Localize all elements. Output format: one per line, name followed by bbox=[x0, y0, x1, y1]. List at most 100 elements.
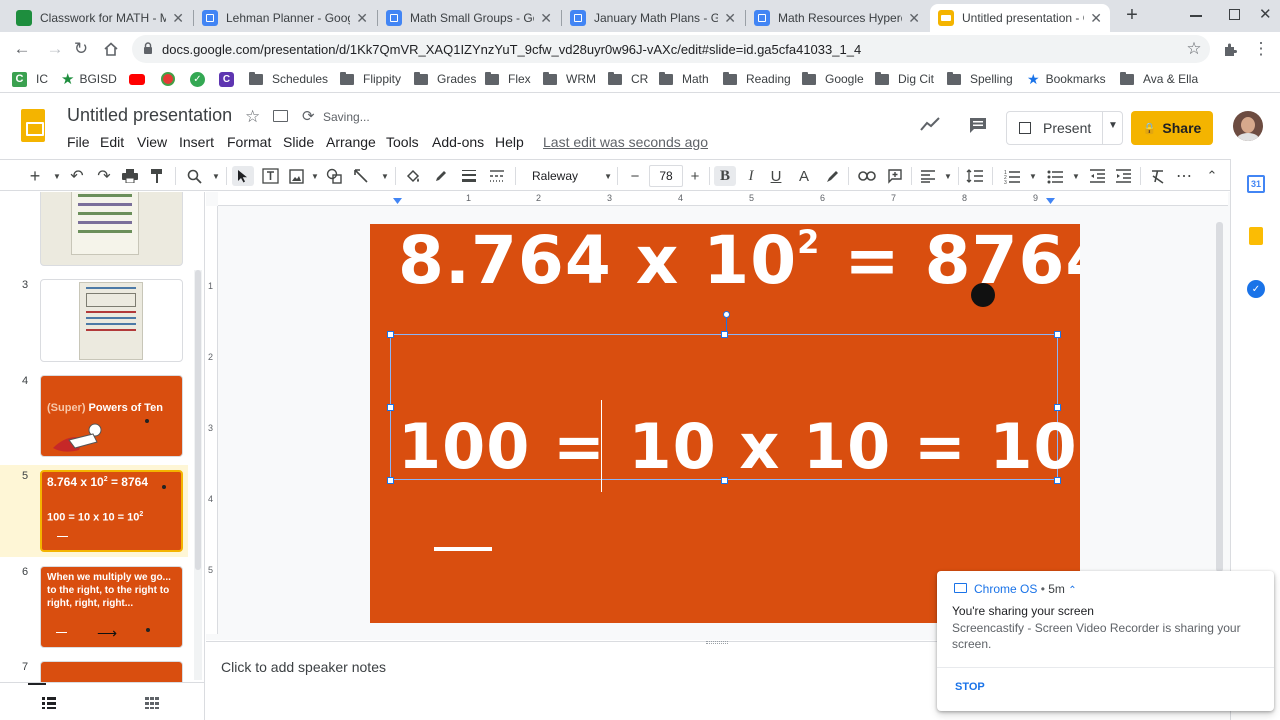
chevron-up-icon[interactable]: ⌃ bbox=[1068, 585, 1076, 596]
clear-formatting-icon[interactable] bbox=[1149, 166, 1167, 186]
slide-line-2[interactable]: 100 = 10 x 10 = 102 bbox=[398, 410, 1080, 483]
resize-handle[interactable] bbox=[1054, 331, 1061, 338]
bulleted-list-icon[interactable] bbox=[1046, 166, 1064, 186]
increase-indent-icon[interactable] bbox=[1114, 166, 1132, 186]
shape-icon[interactable] bbox=[325, 166, 343, 186]
close-icon[interactable]: ✕ bbox=[356, 10, 368, 27]
slide-thumbnail[interactable] bbox=[40, 279, 183, 362]
underline-icon[interactable]: U bbox=[767, 166, 785, 186]
text-box-icon[interactable] bbox=[261, 166, 279, 186]
menu-edit[interactable]: Edit bbox=[100, 134, 124, 150]
print-icon[interactable] bbox=[121, 166, 139, 186]
chevron-down-icon[interactable]: ▼ bbox=[306, 166, 324, 186]
border-color-icon[interactable] bbox=[432, 166, 450, 186]
maximize-icon[interactable] bbox=[1229, 9, 1240, 20]
bookmark-folder[interactable]: Flex bbox=[485, 71, 531, 87]
canvas-scrollbar-thumb[interactable] bbox=[1216, 222, 1223, 572]
slide-thumbnail-selected[interactable]: 8.764 x 102 = 8764 100 = 10 x 10 = 102 bbox=[40, 470, 183, 552]
chevron-down-icon[interactable]: ▼ bbox=[48, 166, 66, 186]
menu-addons[interactable]: Add-ons bbox=[432, 134, 484, 150]
document-title[interactable]: Untitled presentation bbox=[67, 105, 232, 126]
line-icon[interactable] bbox=[352, 166, 370, 186]
bookmark-folder[interactable]: Flippity bbox=[340, 71, 401, 87]
extensions-icon[interactable] bbox=[1219, 38, 1241, 60]
chevron-down-icon[interactable]: ▼ bbox=[1108, 120, 1118, 131]
slide-thumbnail[interactable]: When we multiply we go... to the right, … bbox=[40, 566, 183, 648]
fill-color-icon[interactable] bbox=[404, 166, 422, 186]
browser-tab[interactable]: Classwork for MATH - M ✕ bbox=[8, 4, 192, 32]
last-edit-link[interactable]: Last edit was seconds ago bbox=[543, 134, 708, 150]
border-dash-icon[interactable] bbox=[488, 166, 506, 186]
calendar-icon[interactable]: 31 bbox=[1247, 175, 1265, 193]
bookmark-folder[interactable]: Schedules bbox=[249, 71, 328, 87]
chevron-down-icon[interactable]: ▼ bbox=[207, 166, 225, 186]
new-slide-icon[interactable]: + bbox=[26, 166, 44, 186]
decrease-font-size-button[interactable]: − bbox=[626, 166, 644, 186]
bookmark-folder[interactable]: Ava & Ella bbox=[1120, 71, 1198, 87]
present-button[interactable]: Present ▼ bbox=[1006, 111, 1123, 145]
line-spacing-icon[interactable] bbox=[966, 166, 984, 186]
decrease-indent-icon[interactable] bbox=[1088, 166, 1106, 186]
redo-icon[interactable]: ↷ bbox=[95, 166, 113, 186]
avatar[interactable] bbox=[1233, 111, 1263, 141]
indent-marker-icon[interactable] bbox=[393, 196, 402, 204]
stop-sharing-button[interactable]: STOP bbox=[955, 681, 985, 693]
bookmark-folder[interactable]: Spelling bbox=[947, 71, 1013, 87]
browser-tab[interactable]: Lehman Planner - Googl ✕ bbox=[194, 4, 376, 32]
slides-logo-icon[interactable] bbox=[21, 109, 45, 142]
font-size-input[interactable]: 78 bbox=[649, 165, 683, 187]
bookmark-folder[interactable]: Dig Cit bbox=[875, 71, 934, 87]
link-icon[interactable] bbox=[858, 166, 876, 186]
slide-thumbnail[interactable] bbox=[40, 192, 183, 266]
bookmark-folder[interactable]: Google bbox=[802, 71, 864, 87]
italic-icon[interactable]: I bbox=[742, 166, 760, 186]
align-icon[interactable] bbox=[919, 166, 937, 186]
close-icon[interactable]: ✕ bbox=[724, 10, 736, 27]
notes-resize-handle[interactable] bbox=[706, 641, 728, 644]
bookmark-ic[interactable]: C IC bbox=[12, 71, 48, 87]
home-icon[interactable] bbox=[100, 38, 122, 60]
grid-view-icon[interactable] bbox=[145, 696, 159, 714]
keep-icon[interactable] bbox=[1249, 227, 1263, 245]
more-icon[interactable]: ⋯ bbox=[1175, 166, 1193, 186]
bookmark-folder[interactable]: Reading bbox=[723, 71, 791, 87]
menu-view[interactable]: View bbox=[137, 134, 167, 150]
close-icon[interactable]: ✕ bbox=[540, 10, 552, 27]
share-button[interactable]: 🔒 Share bbox=[1131, 111, 1213, 145]
menu-file[interactable]: File bbox=[67, 134, 90, 150]
highlight-color-icon[interactable] bbox=[823, 166, 841, 186]
menu-format[interactable]: Format bbox=[227, 134, 271, 150]
bookmark-star-icon[interactable]: ☆ bbox=[1183, 38, 1205, 60]
url-input[interactable]: docs.google.com/presentation/d/1Kk7QmVR_… bbox=[132, 35, 1210, 63]
slide-thumbnail[interactable]: (Super) Powers of Ten bbox=[40, 375, 183, 457]
vertical-ruler[interactable]: 1 2 3 4 5 bbox=[206, 206, 218, 634]
increase-font-size-button[interactable]: + bbox=[686, 166, 704, 186]
forward-icon[interactable]: → bbox=[44, 38, 66, 60]
bookmark-folder[interactable]: Grades bbox=[414, 71, 476, 87]
bookmark-folder[interactable]: Math bbox=[659, 71, 709, 87]
menu-arrange[interactable]: Arrange bbox=[326, 134, 376, 150]
bookmark-youtube[interactable] bbox=[129, 71, 145, 87]
chrome-menu-icon[interactable]: ⋮ bbox=[1250, 38, 1272, 60]
resize-handle[interactable] bbox=[721, 331, 728, 338]
select-cursor-icon[interactable] bbox=[232, 166, 254, 186]
minimize-icon[interactable] bbox=[1190, 15, 1202, 17]
rotate-handle[interactable] bbox=[723, 311, 730, 318]
menu-tools[interactable]: Tools bbox=[386, 134, 419, 150]
browser-tab[interactable]: Math Resources Hyperd ✕ bbox=[746, 4, 928, 32]
list-view-icon[interactable] bbox=[42, 696, 56, 714]
close-icon[interactable]: ✕ bbox=[1090, 10, 1102, 27]
star-icon[interactable]: ☆ bbox=[245, 107, 260, 127]
menu-help[interactable]: Help bbox=[495, 134, 524, 150]
resize-handle[interactable] bbox=[387, 404, 394, 411]
bookmark-c[interactable]: C bbox=[219, 71, 234, 87]
current-slide[interactable]: 8.764 x 102 = 8764 100 = 10 x 10 = 102 bbox=[370, 224, 1080, 623]
window-close-icon[interactable]: ✕ bbox=[1259, 5, 1272, 23]
border-weight-icon[interactable] bbox=[460, 166, 478, 186]
chevron-down-icon[interactable]: ▼ bbox=[1024, 166, 1042, 186]
font-family-select[interactable]: Raleway ▼ bbox=[526, 166, 612, 186]
right-indent-marker-icon[interactable] bbox=[1046, 196, 1055, 204]
close-icon[interactable]: ✕ bbox=[172, 10, 184, 27]
numbered-list-icon[interactable]: 123 bbox=[1003, 166, 1021, 186]
close-icon[interactable]: ✕ bbox=[908, 10, 920, 27]
